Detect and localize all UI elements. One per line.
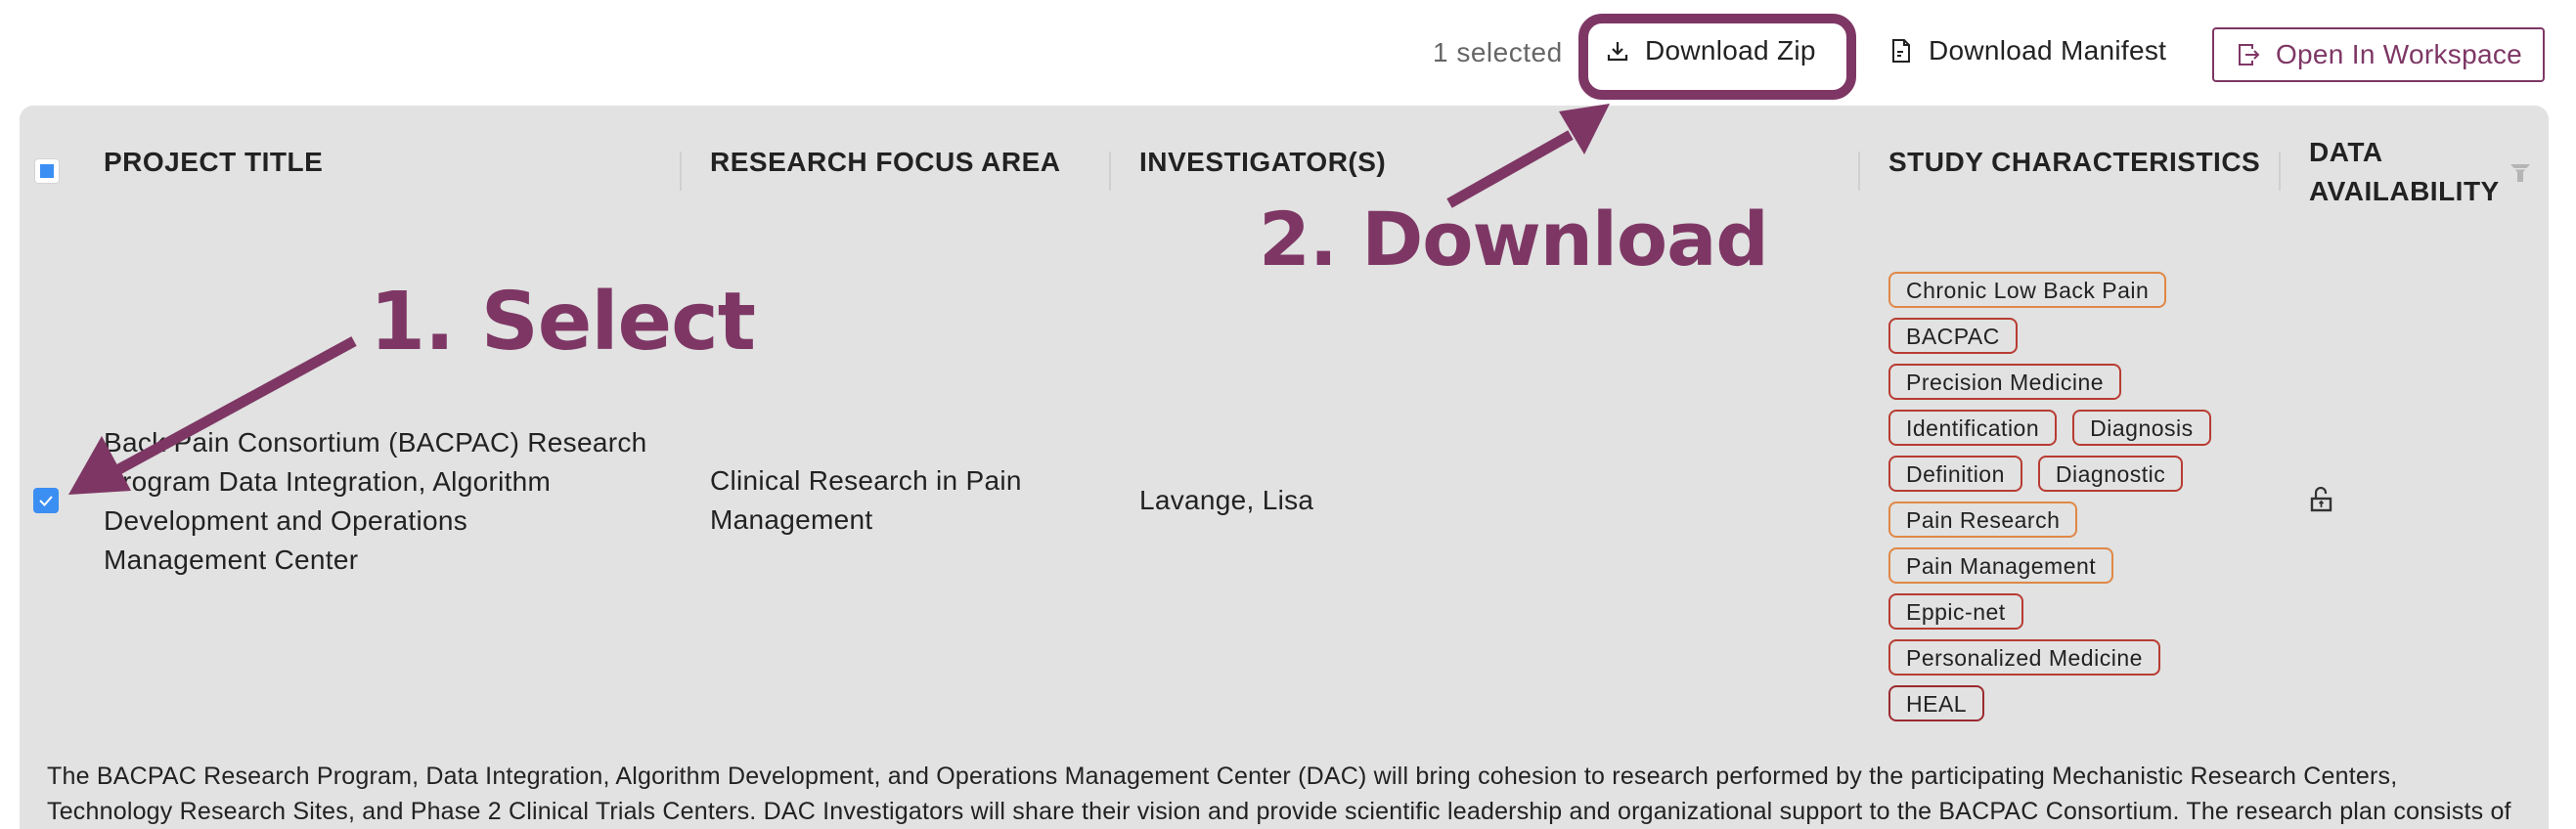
tag[interactable]: Personalized Medicine <box>1888 639 2160 676</box>
tag[interactable]: Definition <box>1888 456 2022 492</box>
column-header-research-focus-area[interactable]: RESEARCH FOCUS AREA <box>710 147 1061 178</box>
toolbar: 1 selected Download Zip Download Manifes… <box>0 0 2576 106</box>
project-title-line: Program Data Integration, Algorithm <box>104 466 552 497</box>
column-header-data-availability-line1: DATA <box>2309 137 2383 167</box>
tag[interactable]: BACPAC <box>1888 318 2018 354</box>
open-in-workspace-label: Open In Workspace <box>2275 39 2523 69</box>
focus-area-line: Management <box>710 504 873 535</box>
indeterminate-mark <box>40 164 54 178</box>
column-divider[interactable] <box>1858 152 1860 191</box>
description-line: The BACPAC Research Program, Data Integr… <box>47 763 2398 790</box>
row-checkbox[interactable] <box>33 488 59 513</box>
project-title-line: Development and Operations <box>104 505 468 536</box>
column-divider[interactable] <box>2279 152 2281 191</box>
column-header-study-characteristics[interactable]: STUDY CHARACTERISTICS <box>1888 147 2260 178</box>
tag[interactable]: HEAL <box>1888 685 1985 721</box>
research-focus-area-cell: Clinical Research in Pain Management <box>710 461 1022 540</box>
investigators-cell: Lavange, Lisa <box>1139 485 1314 515</box>
filter-icon[interactable] <box>2509 162 2531 189</box>
annotation-step-select: 1. Select <box>370 276 756 369</box>
tag[interactable]: Chronic Low Back Pain <box>1888 272 2167 308</box>
focus-area-line: Clinical Research in Pain <box>710 465 1022 496</box>
tag[interactable]: Precision Medicine <box>1888 364 2122 400</box>
download-zip-label: Download Zip <box>1645 35 1816 65</box>
project-title-cell[interactable]: Back Pain Consortium (BACPAC) Research P… <box>104 423 647 580</box>
column-divider[interactable] <box>680 152 682 191</box>
select-all-checkbox[interactable] <box>35 159 59 183</box>
export-icon <box>2235 41 2262 68</box>
unlocked-icon <box>2310 486 2333 517</box>
project-title-line: Management Center <box>104 545 359 575</box>
project-title-line: Back Pain Consortium (BACPAC) Research <box>104 427 647 458</box>
checkmark-icon <box>39 496 53 506</box>
annotation-step-download: 2. Download <box>1259 196 1769 283</box>
document-icon <box>1888 37 1915 65</box>
download-manifest-button[interactable]: Download Manifest <box>1888 35 2166 66</box>
open-in-workspace-button[interactable]: Open In Workspace <box>2212 27 2545 82</box>
tag[interactable]: Pain Research <box>1888 502 2078 538</box>
download-icon <box>1604 37 1631 65</box>
column-divider[interactable] <box>1109 152 1111 191</box>
column-header-data-availability-line2: AVAILABILITY <box>2309 176 2500 206</box>
download-manifest-label: Download Manifest <box>1929 35 2167 65</box>
study-characteristics-tags: Chronic Low Back Pain BACPAC Precision M… <box>1888 272 2260 731</box>
selected-count: 1 selected <box>1433 37 1563 67</box>
column-header-data-availability[interactable]: DATA AVAILABILITY <box>2309 133 2500 211</box>
tag[interactable]: Diagnosis <box>2072 410 2211 446</box>
description-line: Technology Research Sites, and Phase 2 C… <box>47 798 2511 825</box>
tag[interactable]: Pain Management <box>1888 547 2114 584</box>
project-description: The BACPAC Research Program, Data Integr… <box>47 759 2531 829</box>
column-header-investigators[interactable]: INVESTIGATOR(S) <box>1139 147 1386 178</box>
download-zip-button[interactable]: Download Zip <box>1604 35 1816 66</box>
tag[interactable]: Identification <box>1888 410 2058 446</box>
tag[interactable]: Eppic-net <box>1888 593 2023 630</box>
column-header-project-title[interactable]: PROJECT TITLE <box>104 147 323 178</box>
tag[interactable]: Diagnostic <box>2037 456 2184 492</box>
